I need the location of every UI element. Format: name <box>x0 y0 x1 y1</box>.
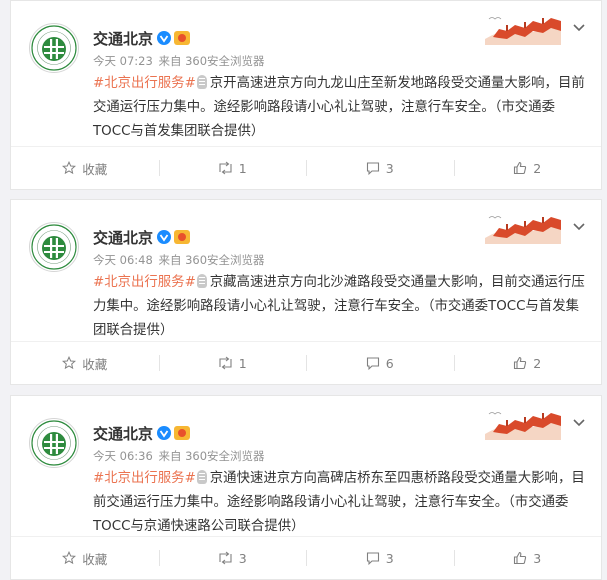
level-badge-icon <box>174 230 191 244</box>
favorite-button[interactable]: 收藏 <box>11 537 159 579</box>
thumbs-up-icon <box>514 356 527 370</box>
post-meta: 今天 07:23 来自 360安全浏览器 <box>93 53 265 69</box>
nickname[interactable]: 交通北京 <box>93 28 153 49</box>
repost-count: 3 <box>238 550 247 566</box>
chevron-down-icon[interactable] <box>571 414 587 430</box>
favorite-label: 收藏 <box>82 356 108 372</box>
post-time[interactable]: 今天 06:48 <box>93 253 153 267</box>
level-badge-icon <box>174 426 191 440</box>
favorite-button[interactable]: 收藏 <box>11 147 159 189</box>
comment-button[interactable]: 3 <box>306 537 454 579</box>
like-count: 2 <box>533 355 542 371</box>
level-badge-icon <box>174 31 191 45</box>
weibo-post: 交通北京 今天 06:48 来自 360安全浏览器 #北京出行服务# 京藏高速进京… <box>10 199 602 385</box>
repost-button[interactable]: 3 <box>158 537 307 579</box>
thumbs-up-icon <box>514 551 527 565</box>
comment-icon <box>366 162 379 175</box>
post-source: 来自 360安全浏览器 <box>158 54 265 68</box>
comment-button[interactable]: 3 <box>306 147 454 189</box>
like-count: 2 <box>533 160 542 176</box>
nickname[interactable]: 交通北京 <box>93 423 153 444</box>
post-meta: 今天 06:48 来自 360安全浏览器 <box>93 252 265 268</box>
great-wall-decoration-icon <box>485 412 561 440</box>
verified-v-icon <box>157 230 172 244</box>
comment-count: 3 <box>385 550 394 566</box>
avatar[interactable] <box>29 23 79 73</box>
like-button[interactable]: 3 <box>453 537 602 579</box>
traffic-commission-logo-icon <box>31 224 77 270</box>
repost-count: 1 <box>238 160 247 176</box>
post-time[interactable]: 今天 06:36 <box>93 449 153 463</box>
post-text: #北京出行服务# 京藏高速进京方向北沙滩路段受交通量大影响，目前交通运行压力集中。… <box>93 271 589 343</box>
topic-link[interactable]: #北京出行服务# <box>93 275 196 290</box>
repost-icon <box>219 356 232 370</box>
topic-link[interactable]: #北京出行服务# <box>93 471 196 486</box>
topic-link[interactable]: #北京出行服务# <box>93 76 196 91</box>
post-time[interactable]: 今天 07:23 <box>93 54 153 68</box>
weibo-post: 交通北京 今天 07:23 来自 360安全浏览器 #北京出行服务# 京开高速进京… <box>10 0 602 190</box>
comment-count: 6 <box>385 355 394 371</box>
comment-icon <box>366 357 379 370</box>
chevron-down-icon[interactable] <box>571 218 587 234</box>
thumbs-up-icon <box>514 161 527 175</box>
great-wall-decoration-icon <box>485 17 561 45</box>
comment-count: 3 <box>385 160 394 176</box>
star-icon <box>62 551 77 565</box>
post-source: 来自 360安全浏览器 <box>158 253 265 267</box>
favorite-button[interactable]: 收藏 <box>11 342 159 384</box>
repost-button[interactable]: 1 <box>158 342 307 384</box>
like-button[interactable]: 2 <box>453 342 602 384</box>
favorite-label: 收藏 <box>82 161 108 177</box>
verified-v-icon <box>157 426 172 440</box>
microphone-icon <box>196 75 207 89</box>
comment-icon <box>366 552 379 565</box>
avatar[interactable] <box>29 418 79 468</box>
post-meta: 今天 06:36 来自 360安全浏览器 <box>93 448 265 464</box>
action-bar: 收藏 3 3 3 <box>11 536 601 579</box>
traffic-commission-logo-icon <box>31 25 77 71</box>
repost-icon <box>219 551 232 565</box>
like-button[interactable]: 2 <box>453 147 602 189</box>
favorite-label: 收藏 <box>82 551 108 567</box>
great-wall-decoration-icon <box>485 216 561 244</box>
microphone-icon <box>196 274 207 288</box>
post-text: #北京出行服务# 京开高速进京方向九龙山庄至新发地路段受交通量大影响，目前交通运行… <box>93 72 589 144</box>
chevron-down-icon[interactable] <box>571 19 587 35</box>
post-text: #北京出行服务# 京通快速进京方向高碑店桥东至四惠桥路段受交通量大影响，目前交通运… <box>93 467 589 539</box>
action-bar: 收藏 1 3 2 <box>11 146 601 189</box>
microphone-icon <box>196 470 207 484</box>
nickname[interactable]: 交通北京 <box>93 227 153 248</box>
repost-count: 1 <box>238 355 247 371</box>
comment-button[interactable]: 6 <box>306 342 454 384</box>
like-count: 3 <box>533 550 542 566</box>
action-bar: 收藏 1 6 2 <box>11 341 601 384</box>
star-icon <box>62 161 77 175</box>
star-icon <box>62 356 77 370</box>
traffic-commission-logo-icon <box>31 420 77 466</box>
verified-v-icon <box>157 31 172 45</box>
weibo-post: 交通北京 今天 06:36 来自 360安全浏览器 #北京出行服务# 京通快速进京… <box>10 395 602 580</box>
repost-icon <box>219 161 232 175</box>
post-source: 来自 360安全浏览器 <box>158 449 265 463</box>
avatar[interactable] <box>29 222 79 272</box>
repost-button[interactable]: 1 <box>158 147 307 189</box>
